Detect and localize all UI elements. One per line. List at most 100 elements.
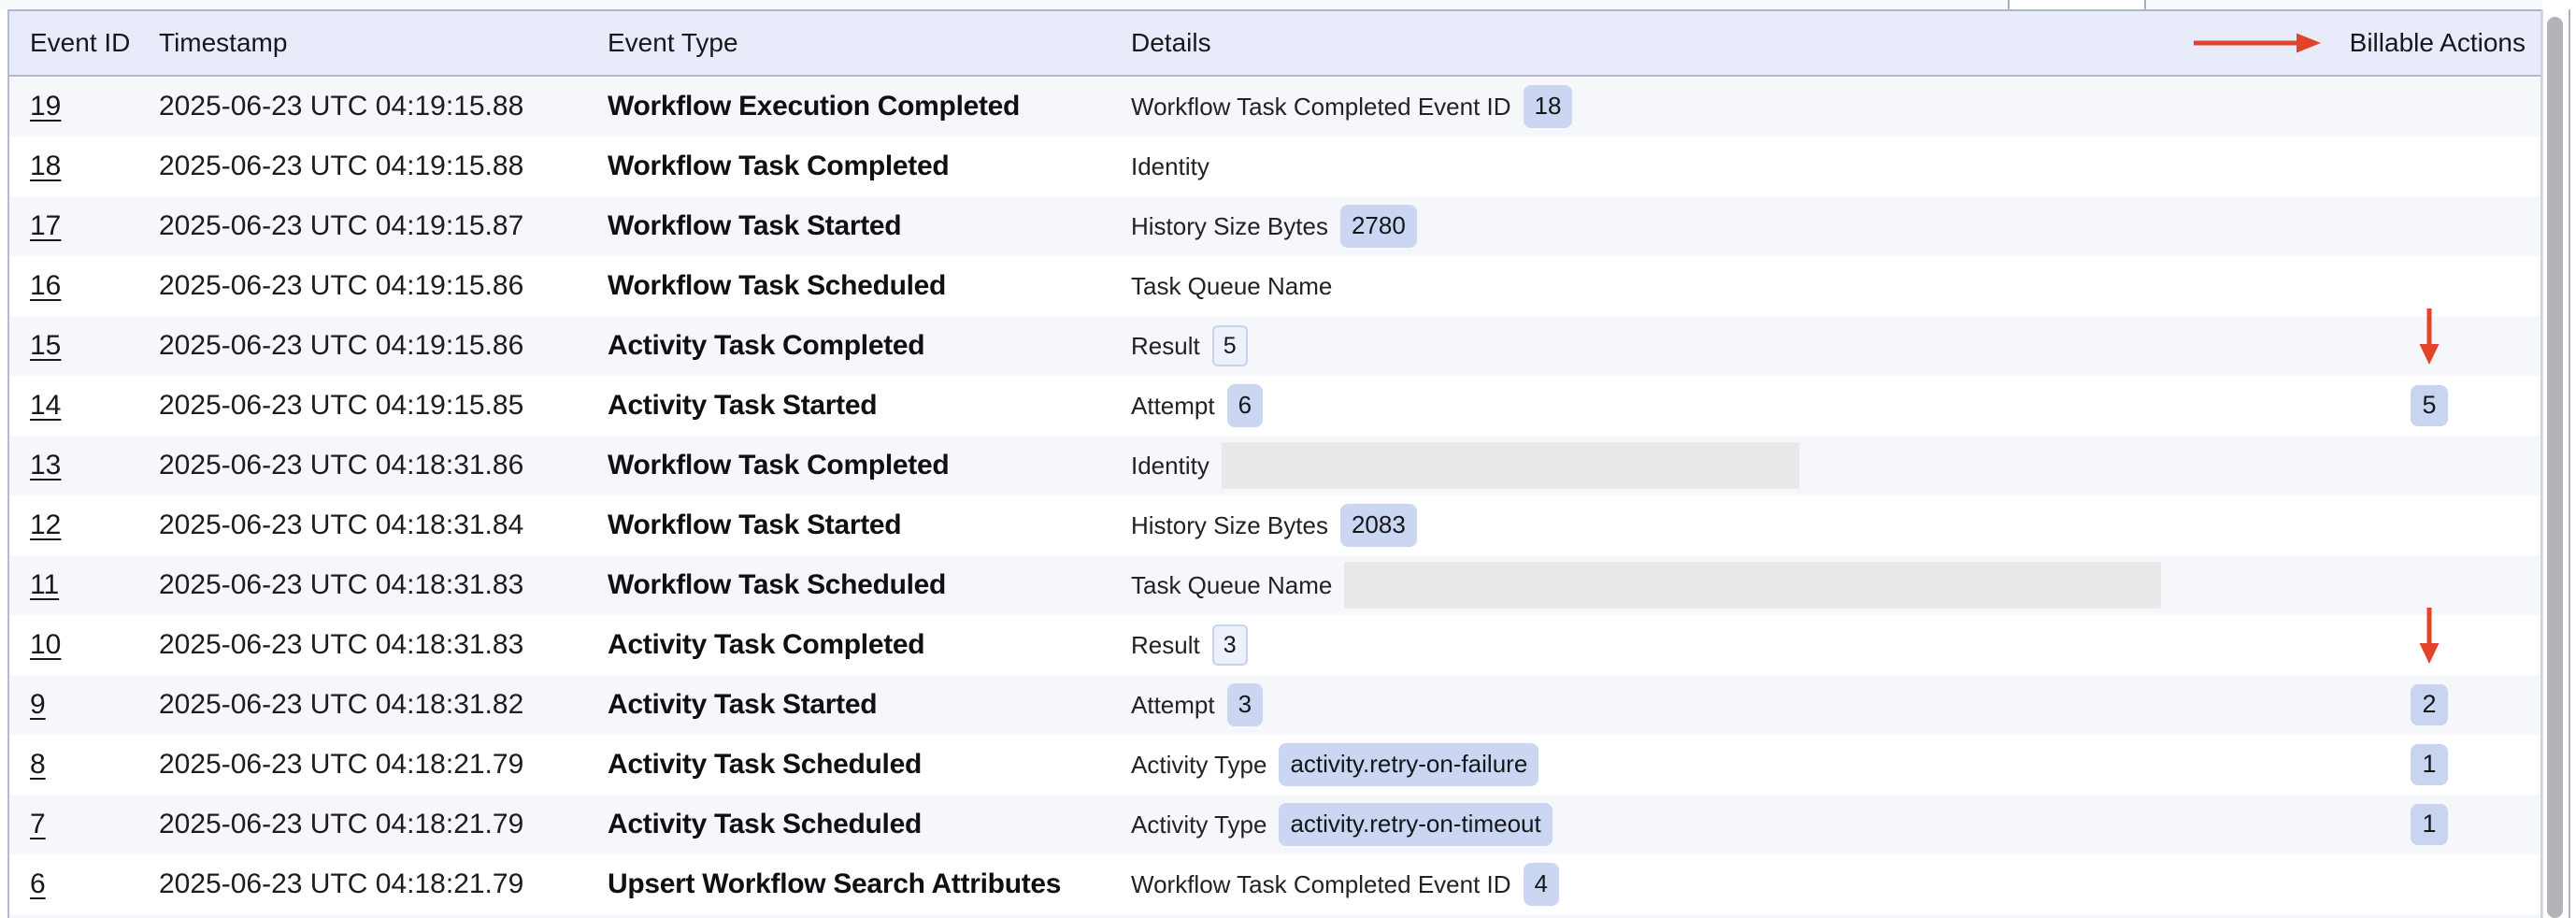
table-row[interactable]: 6 2025-06-23 UTC 04:18:21.79 Upsert Work… xyxy=(9,854,2540,914)
header-details: Details xyxy=(1131,11,2337,75)
detail-cell: History Size Bytes 2083 xyxy=(1131,495,2337,555)
event-type-cell: Workflow Task Completed xyxy=(608,136,1131,196)
event-id-link[interactable]: 11 xyxy=(30,569,59,601)
header-event-type: Event Type xyxy=(608,11,1131,75)
event-id-link[interactable]: 13 xyxy=(30,450,61,481)
table-row[interactable]: 10 2025-06-23 UTC 04:18:31.83 Activity T… xyxy=(9,615,2540,675)
table-row[interactable]: 11 2025-06-23 UTC 04:18:31.83 Workflow T… xyxy=(9,555,2540,615)
event-type-cell: Workflow Execution Completed xyxy=(608,77,1131,136)
table-row[interactable]: 12 2025-06-23 UTC 04:18:31.84 Workflow T… xyxy=(9,495,2540,555)
table-row[interactable]: 9 2025-06-23 UTC 04:18:31.82 Activity Ta… xyxy=(9,675,2540,735)
billable-cell xyxy=(2337,136,2540,196)
timestamp-cell: 2025-06-23 UTC 04:18:21.79 xyxy=(159,854,608,914)
event-id-link[interactable]: 17 xyxy=(30,210,61,242)
detail-cell: Result 3 xyxy=(1131,615,2337,675)
billable-cell: 1 xyxy=(2337,795,2540,854)
annotation-arrow-down-icon xyxy=(2418,308,2440,365)
timestamp-cell: 2025-06-23 UTC 04:18:31.83 xyxy=(159,615,608,675)
event-id-link[interactable]: 15 xyxy=(30,330,61,362)
table-row[interactable]: 15 2025-06-23 UTC 04:19:15.86 Activity T… xyxy=(9,316,2540,376)
detail-cell: Workflow Task Completed Event ID 18 xyxy=(1131,77,2337,136)
detail-cell: Attempt 3 xyxy=(1131,675,2337,735)
header-timestamp: Timestamp xyxy=(159,11,608,75)
billable-cell xyxy=(2337,256,2540,316)
billable-cell xyxy=(2337,555,2540,615)
timestamp-cell: 2025-06-23 UTC 04:19:15.88 xyxy=(159,77,608,136)
billable-actions-badge: 5 xyxy=(2411,385,2448,426)
detail-cell: History Size Bytes 2780 xyxy=(1131,196,2337,256)
table-body: 19 2025-06-23 UTC 04:19:15.88 Workflow E… xyxy=(9,77,2540,914)
detail-label: Task Queue Name xyxy=(1131,571,1332,600)
event-id-link[interactable]: 8 xyxy=(30,749,46,781)
vertical-scrollbar[interactable] xyxy=(2542,9,2568,918)
detail-cell: Activity Type activity.retry-on-timeout xyxy=(1131,795,2337,854)
timestamp-cell: 2025-06-23 UTC 04:18:31.84 xyxy=(159,495,608,555)
detail-value-badge: 6 xyxy=(1227,384,1263,426)
table-header-row: Event ID Timestamp Event Type Details Bi… xyxy=(9,11,2540,77)
billable-cell xyxy=(2337,77,2540,136)
event-history-table-page: { "annotations": { "arrow_color": "#e243… xyxy=(0,0,2576,918)
annotation-arrow-down-icon xyxy=(2418,608,2440,664)
billable-cell: 5 xyxy=(2337,376,2540,436)
table-row[interactable]: 13 2025-06-23 UTC 04:18:31.86 Workflow T… xyxy=(9,436,2540,495)
billable-cell: 1 xyxy=(2337,735,2540,795)
timestamp-cell: 2025-06-23 UTC 04:19:15.86 xyxy=(159,256,608,316)
event-type-cell: Activity Task Scheduled xyxy=(608,795,1131,854)
timestamp-cell: 2025-06-23 UTC 04:19:15.87 xyxy=(159,196,608,256)
detail-cell: Result 5 xyxy=(1131,316,2337,376)
event-type-cell: Activity Task Scheduled xyxy=(608,735,1131,795)
event-type-cell: Activity Task Started xyxy=(608,376,1131,436)
detail-cell: Attempt 6 xyxy=(1131,376,2337,436)
event-id-link[interactable]: 6 xyxy=(30,868,46,900)
event-id-link[interactable]: 16 xyxy=(30,270,61,302)
detail-label: Workflow Task Completed Event ID xyxy=(1131,93,1511,122)
table-row[interactable]: 17 2025-06-23 UTC 04:19:15.87 Workflow T… xyxy=(9,196,2540,256)
detail-cell: Identity xyxy=(1131,436,2337,495)
detail-value-badge: 5 xyxy=(1212,325,1248,366)
timestamp-cell: 2025-06-23 UTC 04:18:31.82 xyxy=(159,675,608,735)
event-id-link[interactable]: 19 xyxy=(30,91,61,122)
event-type-cell: Workflow Task Started xyxy=(608,196,1131,256)
event-id-link[interactable]: 9 xyxy=(30,689,46,721)
event-id-link[interactable]: 7 xyxy=(30,809,46,840)
cutoff-toolbar-button-bottom xyxy=(2008,0,2146,9)
event-type-cell: Upsert Workflow Search Attributes xyxy=(608,854,1131,914)
table-row[interactable]: 16 2025-06-23 UTC 04:19:15.86 Workflow T… xyxy=(9,256,2540,316)
billable-cell xyxy=(2337,615,2540,675)
billable-cell xyxy=(2337,854,2540,914)
timestamp-cell: 2025-06-23 UTC 04:18:31.86 xyxy=(159,436,608,495)
header-event-id: Event ID xyxy=(9,11,159,75)
scrollbar-thumb[interactable] xyxy=(2547,17,2563,918)
event-type-cell: Activity Task Completed xyxy=(608,615,1131,675)
event-type-cell: Workflow Task Completed xyxy=(608,436,1131,495)
event-id-link[interactable]: 10 xyxy=(30,629,61,661)
event-type-cell: Workflow Task Started xyxy=(608,495,1131,555)
cutoff-toolbar-strip xyxy=(0,0,2542,9)
table-row[interactable]: 14 2025-06-23 UTC 04:19:15.85 Activity T… xyxy=(9,376,2540,436)
header-billable-actions-label: Billable Actions xyxy=(2350,28,2526,58)
event-type-cell: Workflow Task Scheduled xyxy=(608,256,1131,316)
detail-value-badge: activity.retry-on-failure xyxy=(1279,743,1538,785)
table-row[interactable]: 7 2025-06-23 UTC 04:18:21.79 Activity Ta… xyxy=(9,795,2540,854)
event-id-link[interactable]: 18 xyxy=(30,151,61,182)
detail-cell: Task Queue Name xyxy=(1131,256,2337,316)
billable-actions-badge: 2 xyxy=(2411,684,2448,725)
detail-label: History Size Bytes xyxy=(1131,511,1328,540)
detail-label: Attempt xyxy=(1131,392,1215,421)
billable-actions-badge: 1 xyxy=(2411,744,2448,785)
detail-cell: Task Queue Name xyxy=(1131,555,2337,615)
detail-value-badge: 2780 xyxy=(1340,205,1417,247)
table-row[interactable]: 18 2025-06-23 UTC 04:19:15.88 Workflow T… xyxy=(9,136,2540,196)
detail-cell: Workflow Task Completed Event ID 4 xyxy=(1131,854,2337,914)
detail-value-badge: 3 xyxy=(1227,683,1263,725)
billable-cell xyxy=(2337,495,2540,555)
billable-actions-badge: 1 xyxy=(2411,804,2448,845)
table-row[interactable]: 19 2025-06-23 UTC 04:19:15.88 Workflow E… xyxy=(9,77,2540,136)
event-id-link[interactable]: 12 xyxy=(30,509,61,541)
table-row[interactable]: 8 2025-06-23 UTC 04:18:21.79 Activity Ta… xyxy=(9,735,2540,795)
detail-label: Activity Type xyxy=(1131,751,1267,780)
event-id-link[interactable]: 14 xyxy=(30,390,61,422)
event-type-cell: Workflow Task Scheduled xyxy=(608,555,1131,615)
timestamp-cell: 2025-06-23 UTC 04:19:15.85 xyxy=(159,376,608,436)
header-billable-actions: Billable Actions xyxy=(2337,11,2540,75)
